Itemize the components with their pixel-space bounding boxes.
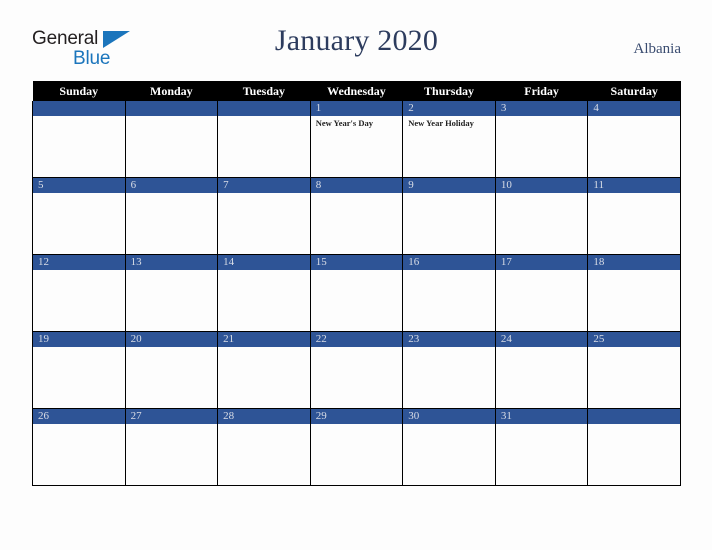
day-number: 25 <box>588 332 680 347</box>
calendar-day-cell[interactable]: 15 <box>309 254 404 332</box>
day-number: 1 <box>310 101 403 116</box>
day-number: 31 <box>495 409 588 424</box>
day-events: New Year's Day <box>311 116 403 129</box>
day-number: 19 <box>33 332 125 347</box>
calendar-day-cell[interactable]: 16 <box>402 254 496 332</box>
day-number <box>33 101 125 116</box>
weekday-header-row: Sunday Monday Tuesday Wednesday Thursday… <box>32 81 681 101</box>
page-header: General Blue January 2020 Albania <box>32 24 681 72</box>
calendar-day-cell[interactable]: 9 <box>402 177 496 255</box>
day-number: 24 <box>495 332 588 347</box>
day-number: 4 <box>588 101 680 116</box>
day-number: 13 <box>125 255 218 270</box>
calendar-day-cell[interactable]: 24 <box>494 331 589 409</box>
page-title: January 2020 <box>274 24 439 57</box>
day-number: 28 <box>218 409 310 424</box>
calendar-day-cell[interactable]: 18 <box>587 254 681 332</box>
day-number: 29 <box>310 409 403 424</box>
weekday-header-wednesday: Wednesday <box>310 81 403 101</box>
calendar-day-cell[interactable]: 2 New Year Holiday <box>402 101 496 178</box>
calendar-day-cell[interactable]: 1 New Year's Day <box>309 101 404 178</box>
day-number: 23 <box>403 332 495 347</box>
calendar-week-row: 5 6 7 8 9 10 11 <box>32 177 681 255</box>
day-number: 3 <box>495 101 588 116</box>
day-number: 10 <box>495 178 588 193</box>
calendar-day-cell[interactable]: 10 <box>494 177 589 255</box>
day-number: 21 <box>218 332 310 347</box>
calendar-week-row: 1 New Year's Day 2 New Year Holiday 3 4 <box>32 101 681 178</box>
calendar-day-cell[interactable]: 4 <box>587 101 681 178</box>
calendar-day-cell[interactable]: 3 <box>494 101 589 178</box>
calendar-week-row: 26 27 28 29 30 31 <box>32 408 681 486</box>
calendar-day-cell[interactable]: 19 <box>32 331 126 409</box>
calendar-day-cell[interactable]: 8 <box>309 177 404 255</box>
day-number: 18 <box>588 255 680 270</box>
calendar-week-row: 12 13 14 15 16 17 18 <box>32 254 681 332</box>
calendar-day-cell[interactable]: 27 <box>124 408 219 486</box>
day-number: 17 <box>495 255 588 270</box>
day-number: 9 <box>403 178 495 193</box>
calendar-day-cell[interactable]: 14 <box>217 254 311 332</box>
calendar-page: General Blue January 2020 Albania Sunday… <box>0 0 712 550</box>
calendar-body: 1 New Year's Day 2 New Year Holiday 3 4 5 6 7 8 9 1… <box>32 101 681 486</box>
calendar-grid: Sunday Monday Tuesday Wednesday Thursday… <box>32 81 681 486</box>
day-number <box>588 409 680 424</box>
day-events: New Year Holiday <box>403 116 495 129</box>
day-number: 14 <box>218 255 310 270</box>
calendar-day-cell[interactable]: 22 <box>309 331 404 409</box>
day-number: 7 <box>218 178 310 193</box>
day-number: 16 <box>403 255 495 270</box>
calendar-empty-cell <box>217 101 311 178</box>
calendar-day-cell[interactable]: 30 <box>402 408 496 486</box>
weekday-header-tuesday: Tuesday <box>217 81 311 101</box>
weekday-header-sunday: Sunday <box>32 81 126 101</box>
day-number: 6 <box>125 178 218 193</box>
holiday-event-label: New Year's Day <box>315 118 373 128</box>
day-number: 8 <box>310 178 403 193</box>
calendar-day-cell[interactable]: 5 <box>32 177 126 255</box>
calendar-day-cell[interactable]: 13 <box>124 254 219 332</box>
calendar-day-cell[interactable]: 29 <box>309 408 404 486</box>
country-label: Albania <box>633 41 681 57</box>
day-number: 12 <box>33 255 125 270</box>
day-number <box>125 101 218 116</box>
weekday-header-thursday: Thursday <box>402 81 496 101</box>
calendar-day-cell[interactable]: 26 <box>32 408 126 486</box>
calendar-day-cell[interactable]: 31 <box>494 408 589 486</box>
day-number: 20 <box>125 332 218 347</box>
day-number: 26 <box>33 409 125 424</box>
day-number: 30 <box>403 409 495 424</box>
calendar-day-cell[interactable]: 28 <box>217 408 311 486</box>
day-number: 27 <box>125 409 218 424</box>
calendar-day-cell[interactable]: 11 <box>587 177 681 255</box>
calendar-day-cell[interactable]: 7 <box>217 177 311 255</box>
day-number: 2 <box>403 101 495 116</box>
weekday-header-friday: Friday <box>495 81 588 101</box>
day-number: 15 <box>310 255 403 270</box>
holiday-event-label: New Year Holiday <box>408 118 474 128</box>
calendar-empty-cell <box>587 408 681 486</box>
calendar-day-cell[interactable]: 20 <box>124 331 219 409</box>
day-number: 22 <box>310 332 403 347</box>
day-number <box>218 101 310 116</box>
weekday-header-saturday: Saturday <box>587 81 681 101</box>
calendar-day-cell[interactable]: 6 <box>124 177 219 255</box>
weekday-header-monday: Monday <box>125 81 218 101</box>
calendar-day-cell[interactable]: 12 <box>32 254 126 332</box>
calendar-day-cell[interactable]: 21 <box>217 331 311 409</box>
calendar-day-cell[interactable]: 17 <box>494 254 589 332</box>
calendar-empty-cell <box>32 101 126 178</box>
day-number: 11 <box>588 178 680 193</box>
calendar-day-cell[interactable]: 23 <box>402 331 496 409</box>
calendar-day-cell[interactable]: 25 <box>587 331 681 409</box>
day-number: 5 <box>33 178 125 193</box>
calendar-empty-cell <box>124 101 219 178</box>
calendar-week-row: 19 20 21 22 23 24 25 <box>32 331 681 409</box>
